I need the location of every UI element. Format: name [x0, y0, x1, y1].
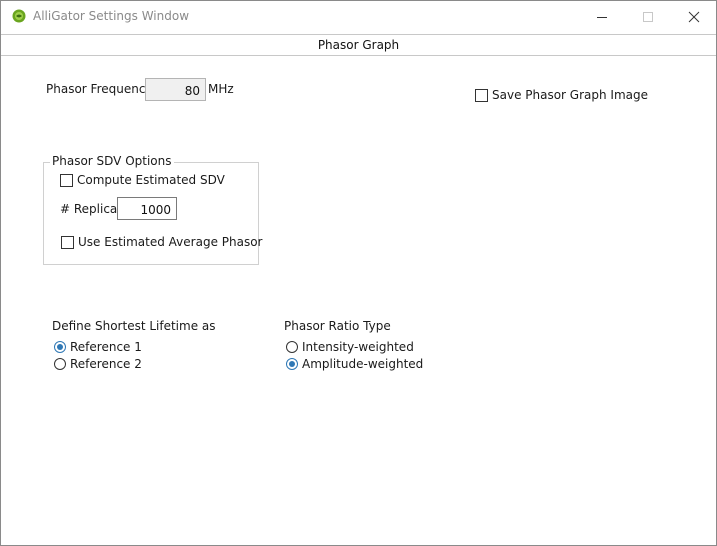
alligator-app-icon	[12, 9, 26, 23]
replicas-label: # Replicas	[60, 202, 124, 216]
phasor-frequency-field[interactable]	[145, 78, 206, 101]
maximize-button[interactable]	[625, 1, 671, 33]
phasor-ratio-type-title: Phasor Ratio Type	[284, 319, 391, 333]
settings-window: AlliGator Settings Window Phasor Graph P…	[0, 0, 717, 546]
close-button[interactable]	[671, 1, 717, 33]
close-icon	[688, 11, 700, 23]
replicas-field[interactable]	[117, 197, 177, 220]
amplitude-weighted-label: Amplitude-weighted	[302, 357, 424, 371]
amplitude-weighted-radio[interactable]	[286, 358, 298, 370]
maximize-icon	[643, 12, 653, 22]
tab-phasor-graph[interactable]: Phasor Graph	[1, 34, 716, 56]
title-bar[interactable]: AlliGator Settings Window	[1, 1, 716, 33]
tab-label: Phasor Graph	[317, 38, 400, 52]
reference-2-label: Reference 2	[70, 357, 142, 371]
save-phasor-graph-image-label: Save Phasor Graph Image	[492, 88, 649, 102]
use-estimated-average-phasor-label: Use Estimated Average Phasor	[78, 235, 263, 249]
minimize-icon	[597, 17, 607, 18]
frequency-unit-label: MHz	[208, 82, 234, 96]
save-phasor-graph-image-checkbox[interactable]	[475, 89, 488, 102]
reference-2-radio[interactable]	[54, 358, 66, 370]
intensity-weighted-radio[interactable]	[286, 341, 298, 353]
reference-1-label: Reference 1	[70, 340, 142, 354]
window-title: AlliGator Settings Window	[33, 9, 190, 23]
intensity-weighted-label: Intensity-weighted	[302, 340, 414, 354]
reference-1-radio[interactable]	[54, 341, 66, 353]
shortest-lifetime-title: Define Shortest Lifetime as	[52, 319, 216, 333]
minimize-button[interactable]	[579, 1, 625, 33]
compute-estimated-sdv-label: Compute Estimated SDV	[77, 173, 225, 187]
phasor-sdv-options-title: Phasor SDV Options	[50, 154, 174, 168]
use-estimated-average-phasor-checkbox[interactable]	[61, 236, 74, 249]
compute-estimated-sdv-checkbox[interactable]	[60, 174, 73, 187]
phasor-frequency-label: Phasor Frequency	[46, 82, 153, 96]
